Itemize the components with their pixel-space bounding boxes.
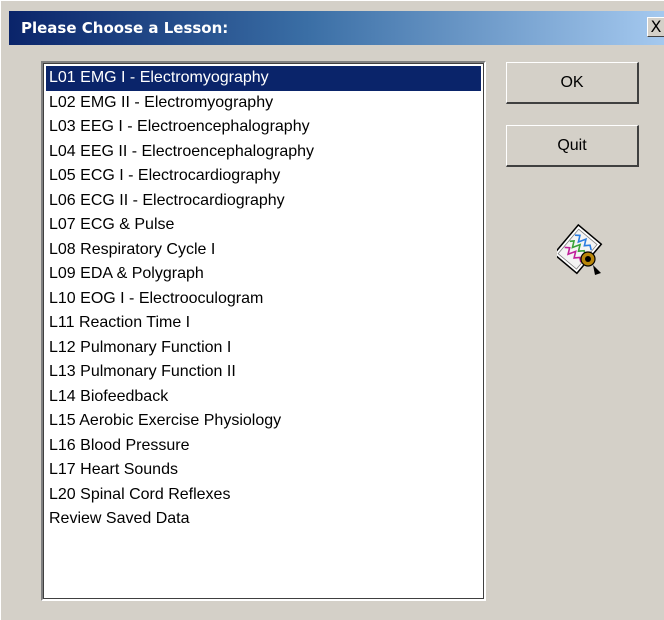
list-item[interactable]: L10 EOG I - Electrooculogram [46, 287, 481, 312]
lesson-card-icon [557, 223, 603, 275]
ok-button[interactable]: OK [506, 62, 639, 104]
list-item[interactable]: L06 ECG II - Electrocardiography [46, 189, 481, 214]
list-item[interactable]: L12 Pulmonary Function I [46, 336, 481, 361]
title-bar[interactable]: Please Choose a Lesson: X [9, 11, 664, 45]
list-item[interactable]: L11 Reaction Time I [46, 311, 481, 336]
lesson-dialog: Please Choose a Lesson: X L01 EMG I - El… [0, 0, 664, 620]
list-item[interactable]: L04 EEG II - Electroencephalography [46, 140, 481, 165]
list-item[interactable]: L07 ECG & Pulse [46, 213, 481, 238]
lesson-listbox[interactable]: L01 EMG I - Electromyography L02 EMG II -… [41, 61, 486, 601]
list-item[interactable]: L14 Biofeedback [46, 385, 481, 410]
list-item[interactable]: L08 Respiratory Cycle I [46, 238, 481, 263]
list-item[interactable]: Review Saved Data [46, 507, 481, 532]
quit-button[interactable]: Quit [506, 125, 639, 167]
lesson-list: L01 EMG I - Electromyography L02 EMG II -… [46, 66, 481, 532]
dialog-title: Please Choose a Lesson: [21, 19, 229, 37]
list-item[interactable]: L16 Blood Pressure [46, 434, 481, 459]
list-item[interactable]: L17 Heart Sounds [46, 458, 481, 483]
list-item[interactable]: L13 Pulmonary Function II [46, 360, 481, 385]
list-item[interactable]: L02 EMG II - Electromyography [46, 91, 481, 116]
list-item[interactable]: L01 EMG I - Electromyography [46, 66, 481, 91]
close-icon[interactable]: X [647, 17, 664, 37]
list-item[interactable]: L03 EEG I - Electroencephalography [46, 115, 481, 140]
list-item[interactable]: L20 Spinal Cord Reflexes [46, 483, 481, 508]
list-item[interactable]: L05 ECG I - Electrocardiography [46, 164, 481, 189]
list-item[interactable]: L15 Aerobic Exercise Physiology [46, 409, 481, 434]
list-item[interactable]: L09 EDA & Polygraph [46, 262, 481, 287]
